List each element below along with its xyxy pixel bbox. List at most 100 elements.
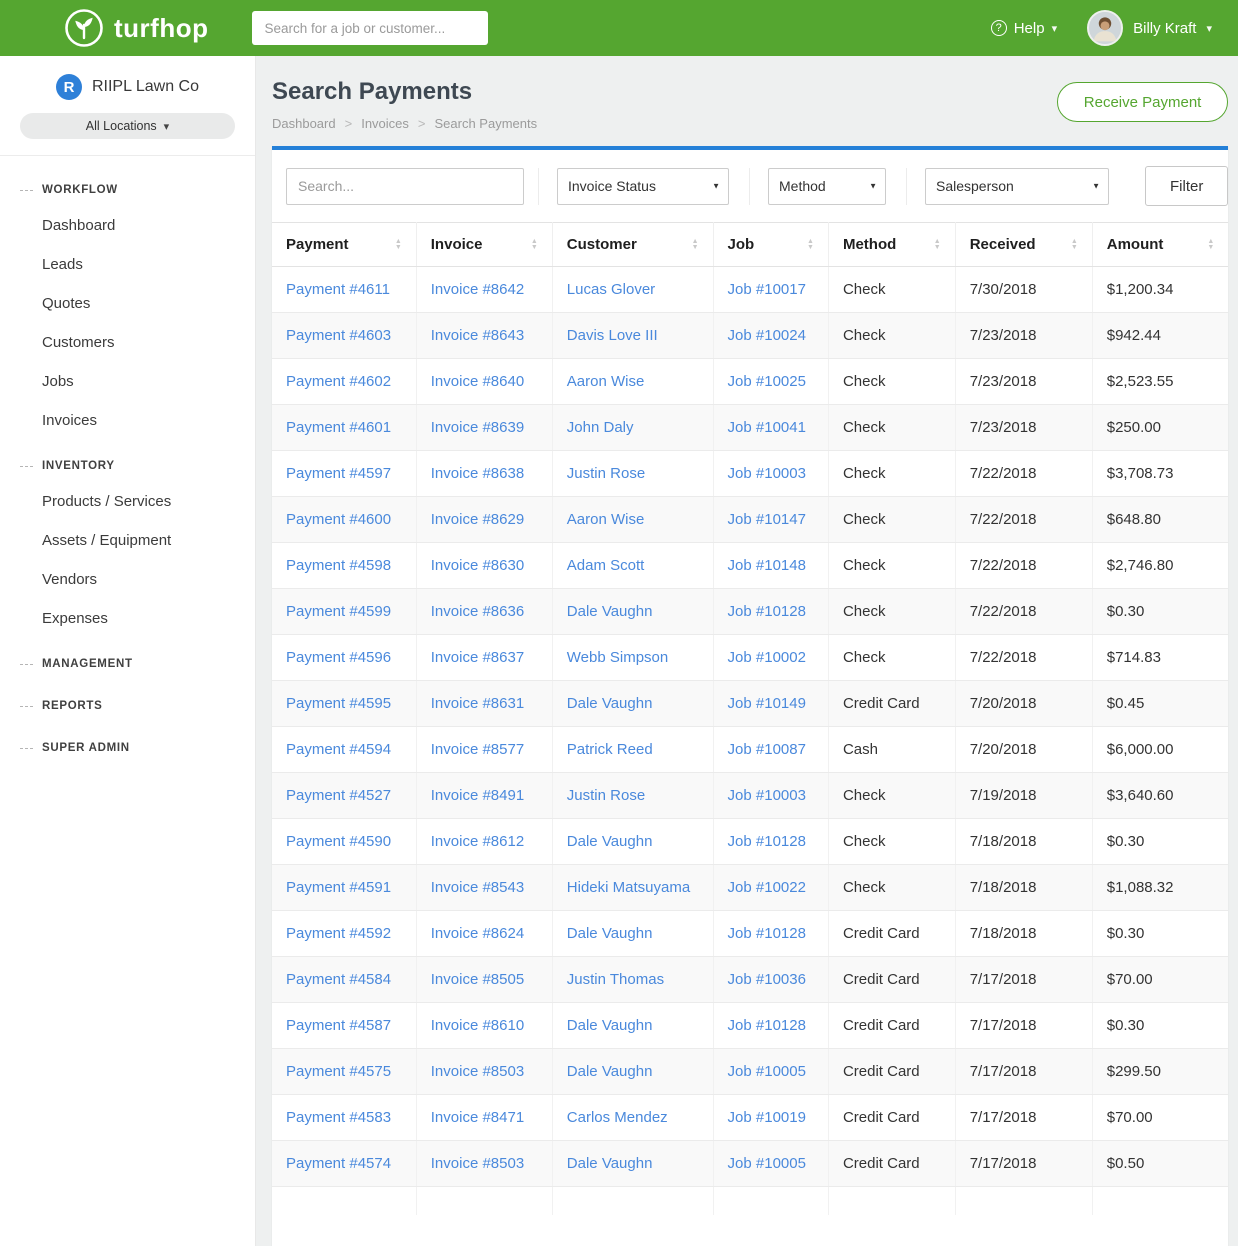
- customer-link[interactable]: Dale Vaughn: [567, 925, 653, 942]
- customer-link[interactable]: Aaron Wise: [567, 511, 645, 528]
- invoice-link[interactable]: Invoice #8503: [431, 1063, 524, 1080]
- job-link[interactable]: Job #10022: [728, 879, 806, 896]
- sidebar-item-vendors[interactable]: Vendors: [0, 560, 255, 599]
- payment-link[interactable]: Payment #4603: [286, 327, 391, 344]
- payment-link[interactable]: Payment #4597: [286, 465, 391, 482]
- sidebar-item-dashboard[interactable]: Dashboard: [0, 206, 255, 245]
- job-link[interactable]: Job #10147: [728, 511, 806, 528]
- company-selector[interactable]: R RIIPL Lawn Co: [20, 74, 235, 100]
- customer-link[interactable]: Davis Love III: [567, 327, 658, 344]
- job-link[interactable]: Job #10025: [728, 373, 806, 390]
- location-selector[interactable]: All Locations ▾: [20, 113, 235, 139]
- job-link[interactable]: Job #10128: [728, 833, 806, 850]
- payment-link[interactable]: Payment #4575: [286, 1063, 391, 1080]
- column-header-payment[interactable]: Payment▲▼: [272, 223, 416, 267]
- invoice-link[interactable]: Invoice #8577: [431, 741, 524, 758]
- customer-link[interactable]: Webb Simpson: [567, 649, 668, 666]
- payment-link[interactable]: Payment #4584: [286, 971, 391, 988]
- payment-link[interactable]: Payment #4595: [286, 695, 391, 712]
- job-link[interactable]: Job #10005: [728, 1063, 806, 1080]
- customer-link[interactable]: Dale Vaughn: [567, 603, 653, 620]
- table-search-input[interactable]: [286, 168, 524, 205]
- invoice-link[interactable]: Invoice #8629: [431, 511, 524, 528]
- invoice-link[interactable]: Invoice #8640: [431, 373, 524, 390]
- salesperson-select[interactable]: Salesperson: [925, 168, 1109, 205]
- invoice-link[interactable]: Invoice #8638: [431, 465, 524, 482]
- column-header-job[interactable]: Job▲▼: [713, 223, 828, 267]
- job-link[interactable]: Job #10128: [728, 603, 806, 620]
- column-header-amount[interactable]: Amount▲▼: [1092, 223, 1228, 267]
- sidebar-item-quotes[interactable]: Quotes: [0, 284, 255, 323]
- invoice-link[interactable]: Invoice #8639: [431, 419, 524, 436]
- global-search-input[interactable]: [252, 11, 488, 45]
- job-link[interactable]: Job #10087: [728, 741, 806, 758]
- job-link[interactable]: Job #10148: [728, 557, 806, 574]
- customer-link[interactable]: Carlos Mendez: [567, 1109, 668, 1126]
- customer-link[interactable]: Aaron Wise: [567, 373, 645, 390]
- payment-link[interactable]: Payment #4583: [286, 1109, 391, 1126]
- sidebar-item-customers[interactable]: Customers: [0, 323, 255, 362]
- customer-link[interactable]: Dale Vaughn: [567, 833, 653, 850]
- customer-link[interactable]: Dale Vaughn: [567, 695, 653, 712]
- payment-link[interactable]: Payment #4591: [286, 879, 391, 896]
- invoice-link[interactable]: Invoice #8491: [431, 787, 524, 804]
- customer-link[interactable]: Dale Vaughn: [567, 1155, 653, 1172]
- job-link[interactable]: Job #10149: [728, 695, 806, 712]
- customer-link[interactable]: Patrick Reed: [567, 741, 653, 758]
- invoice-link[interactable]: Invoice #8636: [431, 603, 524, 620]
- customer-link[interactable]: Hideki Matsuyama: [567, 879, 690, 896]
- job-link[interactable]: Job #10005: [728, 1155, 806, 1172]
- customer-link[interactable]: Adam Scott: [567, 557, 645, 574]
- invoice-link[interactable]: Invoice #8505: [431, 971, 524, 988]
- column-header-invoice[interactable]: Invoice▲▼: [416, 223, 552, 267]
- sidebar-item-invoices[interactable]: Invoices: [0, 401, 255, 440]
- sidebar-item-expenses[interactable]: Expenses: [0, 599, 255, 638]
- breadcrumb-item[interactable]: Invoices: [361, 116, 409, 131]
- breadcrumb-item[interactable]: Dashboard: [272, 116, 336, 131]
- payment-link[interactable]: Payment #4574: [286, 1155, 391, 1172]
- payment-link[interactable]: Payment #4601: [286, 419, 391, 436]
- invoice-link[interactable]: Invoice #8610: [431, 1017, 524, 1034]
- customer-link[interactable]: Justin Rose: [567, 787, 645, 804]
- job-link[interactable]: Job #10002: [728, 649, 806, 666]
- payment-link[interactable]: Payment #4594: [286, 741, 391, 758]
- receive-payment-button[interactable]: Receive Payment: [1057, 82, 1229, 122]
- sidebar-item-leads[interactable]: Leads: [0, 245, 255, 284]
- customer-link[interactable]: Justin Rose: [567, 465, 645, 482]
- method-select[interactable]: Method: [768, 168, 886, 205]
- job-link[interactable]: Job #10041: [728, 419, 806, 436]
- customer-link[interactable]: Justin Thomas: [567, 971, 664, 988]
- help-menu[interactable]: ? Help ▾: [991, 20, 1057, 37]
- invoice-link[interactable]: Invoice #8642: [431, 281, 524, 298]
- invoice-link[interactable]: Invoice #8643: [431, 327, 524, 344]
- customer-link[interactable]: Lucas Glover: [567, 281, 655, 298]
- sidebar-item-products-services[interactable]: Products / Services: [0, 482, 255, 521]
- invoice-link[interactable]: Invoice #8503: [431, 1155, 524, 1172]
- payment-link[interactable]: Payment #4611: [286, 281, 390, 298]
- payment-link[interactable]: Payment #4592: [286, 925, 391, 942]
- invoice-status-select[interactable]: Invoice Status: [557, 168, 729, 205]
- customer-link[interactable]: Dale Vaughn: [567, 1063, 653, 1080]
- payment-link[interactable]: Payment #4527: [286, 787, 391, 804]
- job-link[interactable]: Job #10024: [728, 327, 806, 344]
- invoice-link[interactable]: Invoice #8630: [431, 557, 524, 574]
- sidebar-item-assets-equipment[interactable]: Assets / Equipment: [0, 521, 255, 560]
- invoice-link[interactable]: Invoice #8637: [431, 649, 524, 666]
- customer-link[interactable]: John Daly: [567, 419, 634, 436]
- payment-link[interactable]: Payment #4596: [286, 649, 391, 666]
- invoice-link[interactable]: Invoice #8471: [431, 1109, 524, 1126]
- sidebar-item-jobs[interactable]: Jobs: [0, 362, 255, 401]
- job-link[interactable]: Job #10128: [728, 1017, 806, 1034]
- payment-link[interactable]: Payment #4600: [286, 511, 391, 528]
- job-link[interactable]: Job #10036: [728, 971, 806, 988]
- job-link[interactable]: Job #10003: [728, 787, 806, 804]
- invoice-link[interactable]: Invoice #8612: [431, 833, 524, 850]
- invoice-link[interactable]: Invoice #8624: [431, 925, 524, 942]
- filter-button[interactable]: Filter: [1145, 166, 1228, 206]
- payment-link[interactable]: Payment #4590: [286, 833, 391, 850]
- invoice-link[interactable]: Invoice #8631: [431, 695, 524, 712]
- column-header-received[interactable]: Received▲▼: [955, 223, 1092, 267]
- job-link[interactable]: Job #10019: [728, 1109, 806, 1126]
- user-menu[interactable]: Billy Kraft ▾: [1087, 10, 1212, 46]
- payment-link[interactable]: Payment #4598: [286, 557, 391, 574]
